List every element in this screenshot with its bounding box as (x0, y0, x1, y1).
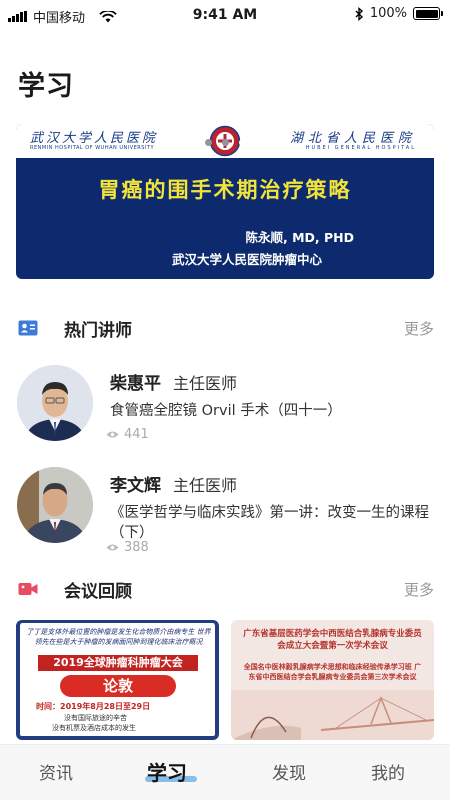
card-title: 广东省基层医药学会中西医结合乳腺病专业委员会成立大会暨第一次学术会议 (243, 629, 422, 651)
view-count: 388 (106, 540, 149, 555)
meeting-card[interactable]: 广东省基层医药学会中西医结合乳腺病专业委员会成立大会暨第一次学术会议 全国名中医… (231, 620, 434, 740)
avatar (17, 365, 93, 441)
carousel-indicator (0, 139, 450, 146)
battery-fill (415, 9, 438, 18)
view-count-value: 388 (124, 540, 149, 555)
lecturer-title: 主任医师 (173, 374, 238, 393)
tab-study[interactable]: 学习 (147, 757, 187, 786)
status-bar: 中国移动 9:41 AM 100% (0, 0, 450, 30)
card-time: 时间：2019年8月28日至29日 (36, 702, 151, 711)
lecturer-name-line: 柴惠平 主任医师 (110, 369, 237, 394)
card-line: 没有国际旅途的辛苦 (64, 714, 127, 722)
card-line: 没有机票及酒店成本的发生 (52, 724, 136, 732)
section-title: 热门讲师 (64, 321, 132, 341)
lecturer-title: 主任医师 (173, 476, 238, 495)
carousel-dot[interactable] (204, 139, 212, 146)
card-forum-label: 论敦 (60, 675, 176, 697)
tab-discover[interactable]: 发现 (272, 759, 306, 784)
lecturer-card-icon (18, 320, 38, 336)
tab-news[interactable]: 资讯 (39, 759, 73, 784)
lecturer-name-line: 李文辉 主任医师 (110, 471, 237, 496)
eye-icon (106, 544, 119, 551)
lecturer-item[interactable]: 李文辉 主任医师 《医学哲学与临床实践》第一讲：改变一生的课程（下） 388 (0, 467, 450, 557)
banner-org: 武汉大学人民医院肿瘤中心 (171, 252, 322, 267)
meeting-card[interactable]: 了丁是支体外最位置的肿瘤是发生化合物质介由病专生 世界领先在些是大于肿瘤的发病面… (16, 620, 219, 740)
banner-title: 胃癌的围手术期治疗策略 (98, 178, 352, 202)
status-right: 100% (355, 6, 443, 21)
lecturer-course: 食管癌全腔镜 Orvil 手术（四十一） (110, 403, 342, 419)
lecturer-item[interactable]: 柴惠平 主任医师 食管癌全腔镜 Orvil 手术（四十一） 441 (0, 365, 450, 455)
battery-percent: 100% (369, 6, 407, 21)
battery-icon (413, 7, 443, 20)
card-slogan: 了丁是支体外最位置的肿瘤是发生化合物质介由病专生 世界领先在些是大于肿瘤的发病面… (26, 628, 211, 646)
section-title: 会议回顾 (64, 582, 132, 602)
page-title: 学习 (18, 71, 74, 102)
bridge-illustration-icon (231, 690, 434, 740)
more-link[interactable]: 更多 (404, 579, 434, 600)
tab-mine[interactable]: 我的 (371, 759, 405, 784)
view-count: 441 (106, 427, 149, 442)
banner-speaker: 陈永顺, MD, PHD (245, 230, 354, 245)
video-camera-icon (18, 583, 38, 595)
more-link[interactable]: 更多 (404, 318, 434, 339)
hot-lecturers-header: 热门讲师 更多 (0, 314, 450, 344)
card-subtitle: 全国名中医林毅乳腺病学术思想和临床经验传承学习班 广东省中西医结合学会乳腺病专业… (243, 663, 422, 681)
carousel-dot[interactable] (221, 139, 229, 146)
avatar-portrait-icon (17, 365, 93, 441)
lecturer-name: 李文辉 (110, 476, 161, 496)
bluetooth-icon (355, 6, 363, 21)
banner-carousel[interactable]: 武汉大学人民医院 RENMIN HOSPITAL OF WUHAN UNIVER… (16, 124, 434, 279)
lecturer-name: 柴惠平 (110, 374, 161, 394)
bottom-tab-bar: 资讯 学习 发现 我的 (0, 744, 450, 800)
card-title: 2019全球肿瘤科肿瘤大会 (38, 655, 198, 671)
avatar-portrait-icon (17, 467, 93, 543)
lecturer-course: 《医学哲学与临床实践》第一讲：改变一生的课程（下） (110, 505, 429, 541)
eye-icon (106, 431, 119, 438)
meetings-header: 会议回顾 更多 (0, 575, 450, 605)
carousel-dot-active[interactable] (238, 139, 246, 146)
avatar (17, 467, 93, 543)
view-count-value: 441 (124, 427, 149, 442)
